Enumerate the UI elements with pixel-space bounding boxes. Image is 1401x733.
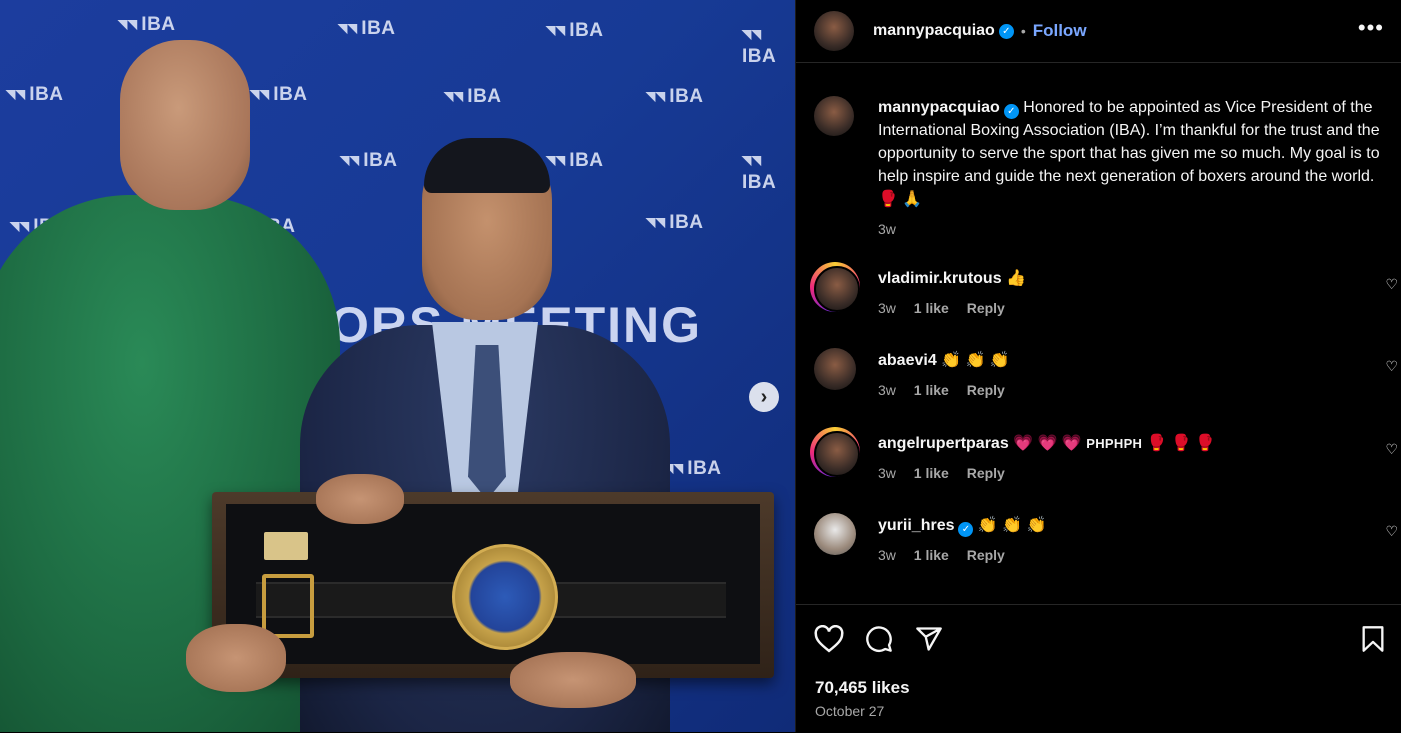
comment-meta: 3w 1 like Reply — [878, 465, 1019, 481]
comment-like-heart-icon[interactable]: ♡ — [1385, 523, 1398, 540]
bookmark-icon[interactable] — [1360, 625, 1386, 653]
backdrop-logo: IBA — [546, 150, 604, 172]
verified-icon: ✓ — [1003, 104, 1019, 119]
verified-icon: ✓ — [998, 23, 1014, 39]
comment-item: angelrupertparas 💗 💗 💗 PHPHPH 🥊 🥊 🥊 3w 1… — [810, 427, 1398, 487]
comment-like-heart-icon[interactable]: ♡ — [1385, 441, 1398, 458]
reply-button[interactable]: Reply — [967, 547, 1005, 563]
comment-text: 👏 👏 👏 — [973, 517, 1047, 534]
story-ring[interactable] — [810, 427, 860, 477]
comment-username[interactable]: yurii_hres — [878, 517, 954, 534]
avatar — [814, 266, 860, 312]
comment-time: 3w — [878, 300, 896, 316]
likes-count[interactable]: 70,465 likes — [815, 678, 910, 698]
post-header: mannypacquiao ✓ • Follow ••• — [796, 0, 1401, 63]
backdrop-logo: IBA — [340, 150, 398, 172]
hand — [186, 624, 286, 692]
comment-icon[interactable] — [864, 625, 894, 653]
post-panel: mannypacquiao ✓ • Follow ••• mannypacqui… — [795, 0, 1401, 733]
post-caption: mannypacquiao ✓ Honored to be appointed a… — [814, 96, 1394, 237]
comment-line: angelrupertparas 💗 💗 💗 PHPHPH 🥊 🥊 🥊 — [878, 433, 1215, 453]
backdrop-logo: IBA — [742, 24, 795, 68]
carousel-next-button[interactable]: › — [749, 382, 779, 412]
person-left-head — [120, 40, 250, 210]
comment-time: 3w — [878, 547, 896, 563]
backdrop-logo: IBA — [118, 14, 176, 36]
comment-meta: 3w 1 like Reply — [878, 382, 1019, 398]
caption-username[interactable]: mannypacquiao — [878, 99, 1000, 116]
post-actions: 70,465 likes October 27 — [796, 604, 1401, 733]
post-photo[interactable]: IBA IBA IBA IBA IBA IBA IBA IBA IBA IBA … — [0, 0, 795, 732]
more-icon[interactable]: ••• — [1358, 17, 1384, 39]
comment-likes[interactable]: 1 like — [914, 382, 949, 398]
backdrop-logo: IBA — [664, 458, 722, 480]
comment-line: vladimir.krutous 👍 — [878, 268, 1026, 288]
plate-label — [264, 532, 308, 560]
comment-line: yurii_hres ✓ 👏 👏 👏 — [878, 515, 1047, 537]
comment-item: vladimir.krutous 👍 3w 1 like Reply ♡ — [810, 262, 1398, 322]
hand — [316, 474, 404, 524]
avatar[interactable] — [814, 348, 856, 390]
comment-like-heart-icon[interactable]: ♡ — [1385, 358, 1398, 375]
belt-center-plate — [452, 544, 558, 650]
share-icon[interactable] — [914, 625, 944, 653]
backdrop-logo: IBA — [546, 20, 604, 42]
header-username[interactable]: mannypacquiao — [873, 22, 995, 40]
comment-username[interactable]: abaevi4 — [878, 352, 937, 369]
backdrop-logo: IBA — [338, 18, 396, 40]
comment-text: 💗 💗 💗 — [1008, 435, 1087, 452]
reply-button[interactable]: Reply — [967, 382, 1005, 398]
caption-text-block: mannypacquiao ✓ Honored to be appointed a… — [878, 96, 1394, 211]
comment-meta: 3w 1 like Reply — [878, 547, 1019, 563]
backdrop-logo: IBA — [250, 84, 308, 106]
comment-text: 👍 — [1001, 270, 1026, 287]
chevron-right-icon: › — [760, 385, 768, 408]
comment-likes[interactable]: 1 like — [914, 547, 949, 563]
caption-time: 3w — [878, 221, 896, 237]
comment-likes[interactable]: 1 like — [914, 465, 949, 481]
comment-text-emoji: 🥊 🥊 🥊 — [1142, 435, 1216, 452]
comment-like-heart-icon[interactable]: ♡ — [1385, 276, 1398, 293]
backdrop-logo: IBA — [6, 84, 64, 106]
avatar[interactable] — [814, 96, 854, 136]
belt-buckle — [262, 574, 314, 638]
belt-display — [226, 504, 760, 664]
verified-icon: ✓ — [958, 522, 974, 537]
heart-icon[interactable] — [814, 625, 844, 653]
comment-username[interactable]: vladimir.krutous — [878, 270, 1002, 287]
backdrop-logo: IBA — [742, 150, 795, 194]
backdrop-logo: IBA — [646, 212, 704, 234]
comment-text: 👏 👏 👏 — [936, 352, 1010, 369]
comment-text-tail: PHPHPH — [1086, 436, 1143, 451]
hair — [424, 138, 550, 193]
avatar — [814, 431, 860, 477]
comment-line: abaevi4 👏 👏 👏 — [878, 350, 1010, 370]
comment-item: abaevi4 👏 👏 👏 3w 1 like Reply ♡ — [810, 344, 1398, 404]
post-date: October 27 — [815, 703, 885, 719]
reply-button[interactable]: Reply — [967, 465, 1005, 481]
story-ring[interactable] — [810, 262, 860, 312]
comment-time: 3w — [878, 465, 896, 481]
backdrop-logo: IBA — [646, 86, 704, 108]
hand — [510, 652, 636, 708]
comment-time: 3w — [878, 382, 896, 398]
comment-username[interactable]: angelrupertparas — [878, 435, 1009, 452]
follow-button[interactable]: Follow — [1033, 21, 1087, 41]
reply-button[interactable]: Reply — [967, 300, 1005, 316]
comment-item: yurii_hres ✓ 👏 👏 👏 3w 1 like Reply ♡ — [810, 509, 1398, 569]
separator-dot: • — [1020, 23, 1026, 39]
comment-likes[interactable]: 1 like — [914, 300, 949, 316]
avatar[interactable] — [814, 513, 856, 555]
championship-belt-case — [212, 492, 774, 678]
action-icons — [814, 625, 944, 653]
comment-meta: 3w 1 like Reply — [878, 300, 1019, 316]
avatar[interactable] — [814, 11, 854, 51]
backdrop-logo: IBA — [444, 86, 502, 108]
